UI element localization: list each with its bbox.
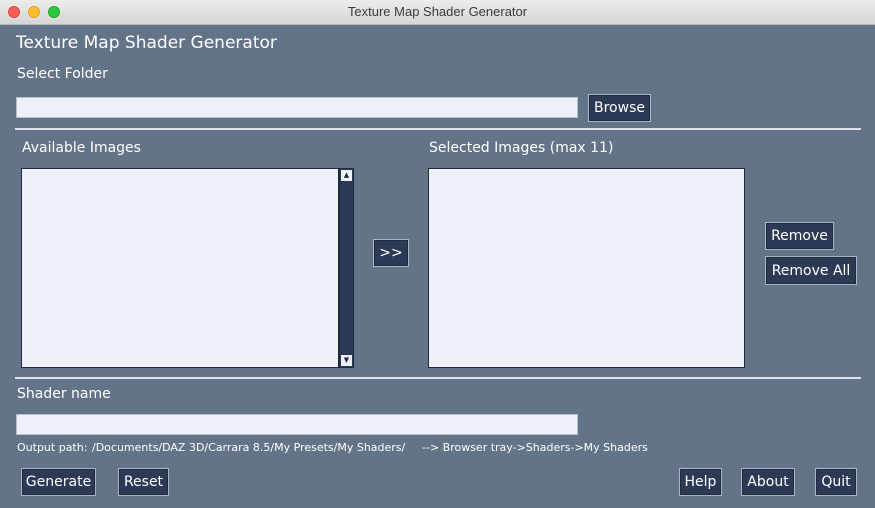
- scroll-down-icon[interactable]: ▼: [341, 355, 352, 366]
- shader-name-input[interactable]: [16, 414, 578, 435]
- window-title: Texture Map Shader Generator: [347, 4, 528, 19]
- shader-name-label: Shader name: [17, 386, 111, 402]
- bottom-divider: [15, 377, 861, 379]
- title-bar[interactable]: Texture Map Shader Generator: [0, 0, 875, 25]
- folder-path-input[interactable]: [16, 97, 578, 118]
- selected-images-list[interactable]: [428, 168, 745, 368]
- select-folder-label: Select Folder: [17, 66, 108, 82]
- available-images-label: Available Images: [22, 140, 141, 156]
- generate-button[interactable]: Generate: [21, 468, 96, 496]
- output-path-value: /Documents/DAZ 3D/Carrara 8.5/My Presets…: [92, 441, 406, 454]
- add-to-selected-button[interactable]: >>: [373, 239, 409, 267]
- app-window: Texture Map Shader Generator Texture Map…: [0, 0, 875, 508]
- reset-button[interactable]: Reset: [118, 468, 169, 496]
- top-divider: [15, 128, 861, 130]
- help-button[interactable]: Help: [679, 468, 722, 496]
- page-heading: Texture Map Shader Generator: [16, 33, 277, 53]
- remove-all-button[interactable]: Remove All: [765, 256, 857, 285]
- browser-tray-hint: --> Browser tray->Shaders->My Shaders: [422, 441, 648, 454]
- available-images-scrollbar[interactable]: ▲ ▼: [339, 168, 354, 368]
- available-images-list[interactable]: [21, 168, 339, 368]
- browse-button[interactable]: Browse: [588, 94, 651, 122]
- output-path-label: Output path:: [17, 441, 88, 454]
- remove-button[interactable]: Remove: [765, 222, 834, 250]
- selected-images-label: Selected Images (max 11): [429, 140, 614, 156]
- about-button[interactable]: About: [741, 468, 795, 496]
- quit-button[interactable]: Quit: [815, 468, 857, 496]
- scroll-up-icon[interactable]: ▲: [341, 170, 352, 181]
